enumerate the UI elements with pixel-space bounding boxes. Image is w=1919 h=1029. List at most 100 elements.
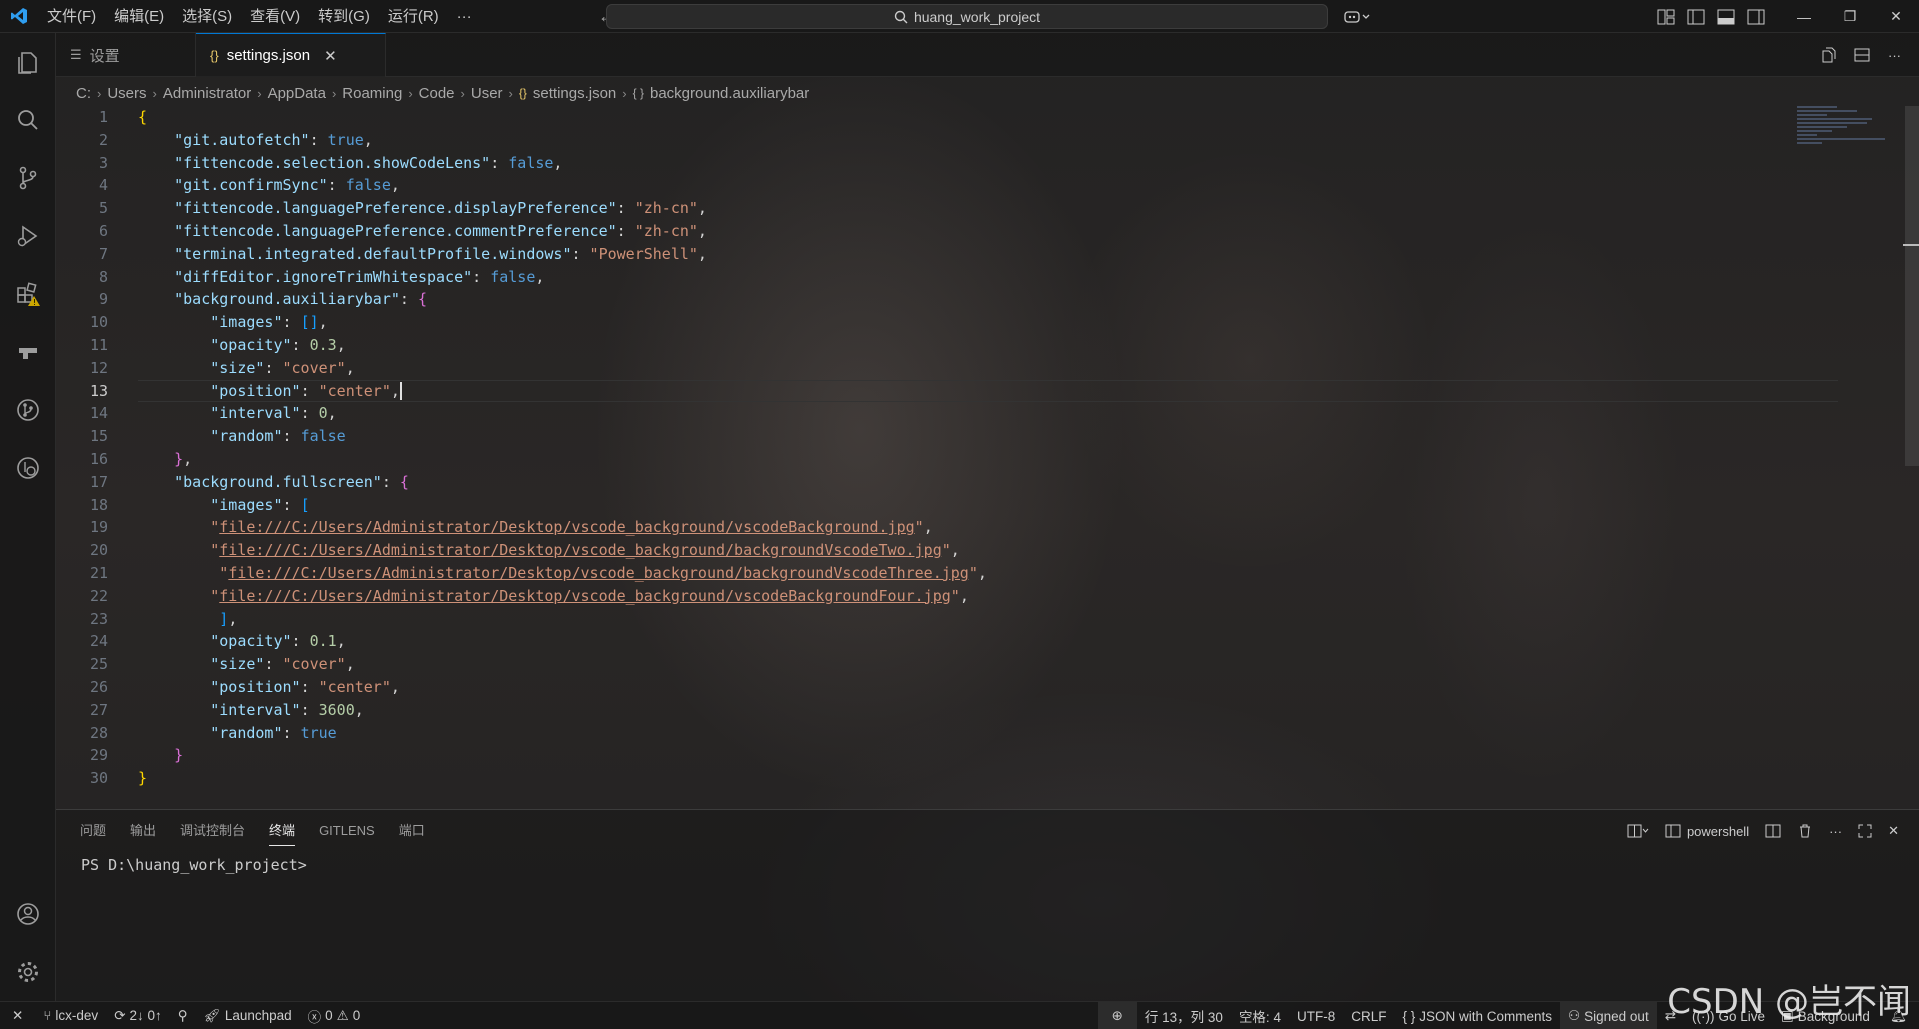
code-line[interactable]: "random": true [138, 722, 987, 745]
menu-selection[interactable]: 选择(S) [173, 0, 241, 33]
code-line[interactable]: "size": "cover", [138, 357, 987, 380]
problems-status[interactable]: ⓧ 0 ⚠ 0 [300, 1002, 369, 1029]
kill-terminal-trash-icon[interactable] [1797, 823, 1813, 839]
code-line[interactable]: "interval": 3600, [138, 699, 987, 722]
open-settings-ui-icon[interactable] [1820, 47, 1836, 63]
encoding[interactable]: UTF-8 [1289, 1002, 1343, 1029]
close-window-icon[interactable]: ✕ [1873, 0, 1919, 33]
command-center-search[interactable]: huang_work_project [606, 4, 1328, 29]
zoom-button[interactable]: ⊕ [1097, 1002, 1137, 1029]
code-line[interactable]: "opacity": 0.1, [138, 630, 987, 653]
breadcrumb-item[interactable]: User [471, 85, 503, 102]
close-panel-icon[interactable]: ✕ [1888, 823, 1899, 839]
code-line[interactable]: } [138, 744, 987, 767]
code-line[interactable]: "images": [ [138, 494, 987, 517]
copilot-account-status[interactable]: ⚇ Signed out [1560, 1002, 1657, 1029]
code-line[interactable]: "file:///C:/Users/Administrator/Desktop/… [138, 539, 987, 562]
tab-debug-console[interactable]: 调试控制台 [180, 810, 245, 852]
cursor-position[interactable]: 行 13，列 30 [1137, 1002, 1231, 1029]
code-line[interactable]: } [138, 767, 987, 790]
code-line[interactable]: "file:///C:/Users/Administrator/Desktop/… [138, 585, 987, 608]
code-line[interactable]: "position": "center", [138, 380, 987, 403]
menu-run[interactable]: 运行(R) [379, 0, 448, 33]
code-line[interactable]: "fittencode.languagePreference.commentPr… [138, 220, 987, 243]
explorer-icon[interactable] [0, 33, 56, 91]
code-line[interactable]: ], [138, 608, 987, 631]
tab-terminal[interactable]: 终端 [269, 810, 296, 852]
code-line[interactable]: }, [138, 448, 987, 471]
code-line[interactable]: "interval": 0, [138, 402, 987, 425]
close-tab-icon[interactable]: ✕ [324, 47, 337, 65]
code-line[interactable]: "opacity": 0.3, [138, 334, 987, 357]
terminal-instance[interactable]: powershell [1665, 823, 1749, 839]
tab-ports[interactable]: 端口 [399, 810, 425, 852]
maximize-panel-icon[interactable] [1858, 824, 1872, 838]
code-lines[interactable]: { "git.autofetch": true, "fittencode.sel… [138, 106, 987, 790]
code-line[interactable]: { [138, 106, 987, 129]
code-line[interactable]: "background.auxiliarybar": { [138, 288, 987, 311]
split-terminal-icon[interactable] [1765, 823, 1781, 839]
gitlens-inspect-icon[interactable] [0, 439, 56, 497]
breadcrumb-item[interactable]: Code [419, 85, 455, 102]
new-terminal-split-icon[interactable] [1627, 823, 1649, 839]
code-line[interactable]: "fittencode.selection.showCodeLens": fal… [138, 152, 987, 175]
breadcrumb-item[interactable]: settings.json [533, 85, 616, 102]
tab-settings-json[interactable]: {} settings.json ✕ [196, 33, 386, 77]
copilot-icon[interactable] [1343, 7, 1371, 27]
toggle-secondary-sidebar-icon[interactable] [1747, 9, 1765, 25]
branch-status[interactable]: ⑂ lcx-dev [35, 1002, 106, 1029]
code-line[interactable]: "git.autofetch": true, [138, 129, 987, 152]
accounts-icon[interactable] [0, 885, 56, 943]
code-line[interactable]: "random": false [138, 425, 987, 448]
editor-scrollbar[interactable] [1905, 106, 1919, 466]
code-line[interactable]: "diffEditor.ignoreTrimWhitespace": false… [138, 266, 987, 289]
toggle-primary-sidebar-icon[interactable] [1687, 9, 1705, 25]
menu-file[interactable]: 文件(F) [38, 0, 105, 33]
code-line[interactable]: "images": [], [138, 311, 987, 334]
customize-layout-icon[interactable] [1657, 9, 1675, 25]
breadcrumb-item[interactable]: Users [107, 85, 146, 102]
menu-view[interactable]: 查看(V) [241, 0, 309, 33]
code-line[interactable]: "file:///C:/Users/Administrator/Desktop/… [138, 562, 987, 585]
run-debug-icon[interactable] [0, 207, 56, 265]
tab-gitlens[interactable]: GITLENS [319, 810, 375, 852]
minimap[interactable] [1797, 106, 1887, 166]
manage-gear-icon[interactable] [0, 943, 56, 1001]
code-line[interactable]: "git.confirmSync": false, [138, 174, 987, 197]
end-of-line[interactable]: CRLF [1343, 1002, 1394, 1029]
menu-go[interactable]: 转到(G) [309, 0, 379, 33]
code-line[interactable]: "terminal.integrated.defaultProfile.wind… [138, 243, 987, 266]
breadcrumb-item[interactable]: AppData [268, 85, 326, 102]
code-editor[interactable]: 1 2 3 4 5 6 7 8 9 10 11 12 13 14 15 16 17 18 19 20 21 22 23 24 2… [56, 106, 1919, 809]
restore-icon[interactable]: ❐ [1827, 0, 1873, 33]
gitlens-icon[interactable] [0, 381, 56, 439]
extensions-warning-icon[interactable]: ! [0, 265, 56, 323]
toggle-panel-icon[interactable] [1717, 9, 1735, 25]
terminal-output[interactable]: PS D:\huang_work_project> [81, 856, 307, 874]
remote-indicator[interactable]: ✕ [0, 1002, 35, 1029]
sync-status[interactable]: ⟳ 2↓ 0↑ [106, 1002, 170, 1029]
split-editor-icon[interactable] [1854, 47, 1870, 63]
menu-more[interactable]: ··· [448, 0, 481, 33]
indentation[interactable]: 空格: 4 [1231, 1002, 1289, 1029]
minimize-icon[interactable]: — [1781, 0, 1827, 33]
breadcrumb-item[interactable]: Roaming [342, 85, 402, 102]
search-activity-icon[interactable] [0, 91, 56, 149]
breadcrumb-item[interactable]: Administrator [163, 85, 251, 102]
breadcrumb-item[interactable]: background.auxiliarybar [650, 85, 809, 102]
code-line[interactable]: "fittencode.languagePreference.displayPr… [138, 197, 987, 220]
source-control-icon[interactable] [0, 149, 56, 207]
more-actions-icon[interactable]: ··· [1888, 48, 1901, 63]
tab-settings-ui[interactable]: ☰ 设置 [56, 33, 196, 77]
panel-more-icon[interactable]: ··· [1829, 824, 1842, 839]
code-line[interactable]: "position": "center", [138, 676, 987, 699]
breadcrumb-item[interactable]: C: [76, 85, 91, 102]
tab-problems[interactable]: 问题 [80, 810, 106, 852]
tab-output[interactable]: 输出 [130, 810, 156, 852]
code-line[interactable]: "size": "cover", [138, 653, 987, 676]
menu-edit[interactable]: 编辑(E) [105, 0, 173, 33]
remote-explorer-icon[interactable] [0, 323, 56, 381]
code-line[interactable]: "background.fullscreen": { [138, 471, 987, 494]
language-mode[interactable]: { } JSON with Comments [1394, 1002, 1560, 1029]
launchpad-button[interactable]: 🚀︎ Launchpad [196, 1002, 300, 1029]
